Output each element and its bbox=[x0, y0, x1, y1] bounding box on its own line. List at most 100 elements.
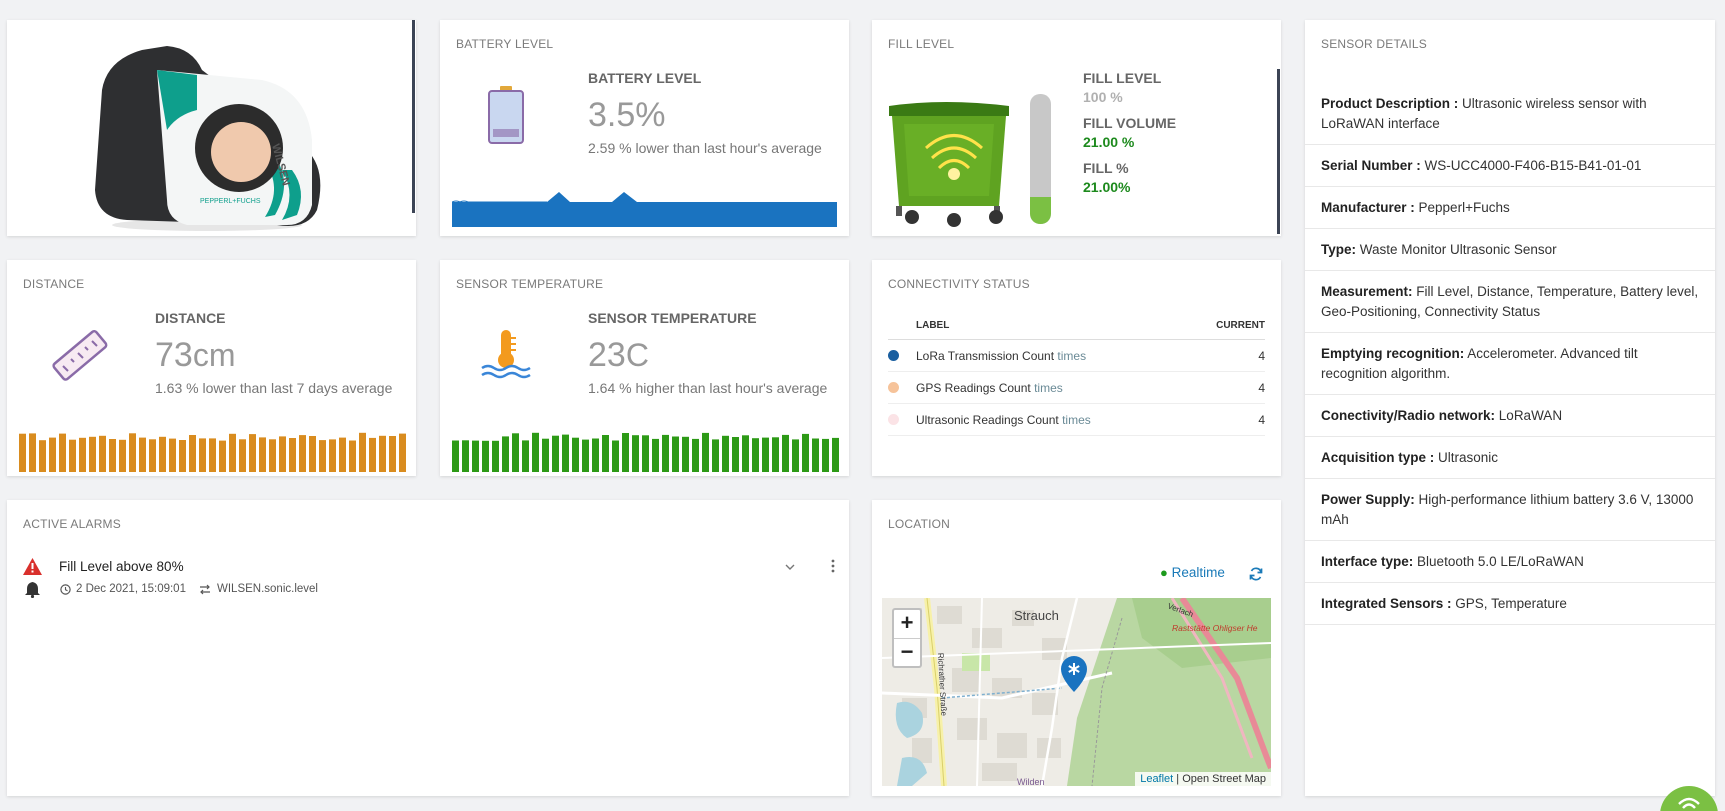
history-bar bbox=[662, 434, 669, 472]
alarm-time: 2 Dec 2021, 15:09:01 bbox=[76, 583, 186, 595]
table-row: Ultrasonic Readings Count times 4 bbox=[888, 404, 1265, 436]
history-bar bbox=[582, 439, 589, 472]
sensor-detail-row: Product Description : Ultrasonic wireles… bbox=[1305, 83, 1715, 145]
legend-dot bbox=[888, 382, 899, 393]
history-bar bbox=[109, 439, 116, 472]
more-options-icon[interactable] bbox=[831, 559, 835, 573]
row-label: LoRa Transmission Count times bbox=[916, 349, 1205, 363]
history-bar bbox=[642, 435, 649, 472]
temperature-trend-text: 1.64 % higher than last hour's average bbox=[588, 380, 828, 396]
history-bar bbox=[592, 438, 599, 472]
row-label: Ultrasonic Readings Count times bbox=[916, 413, 1205, 427]
history-bar bbox=[672, 436, 679, 472]
history-bar bbox=[682, 436, 689, 472]
battery-trend-text: 2.59 % lower than last hour's average bbox=[588, 140, 822, 156]
history-bar bbox=[239, 439, 246, 472]
history-bar bbox=[472, 440, 479, 472]
sensor-detail-row: Conectivity/Radio network: LoRaWAN bbox=[1305, 395, 1715, 437]
history-bar bbox=[199, 438, 206, 472]
card-title: SENSOR DETAILS bbox=[1321, 37, 1427, 51]
detail-label: Integrated Sensors : bbox=[1321, 596, 1452, 611]
exchange-icon bbox=[200, 584, 210, 595]
history-bar bbox=[229, 433, 236, 472]
temperature-label: SENSOR TEMPERATURE bbox=[588, 310, 757, 326]
history-bar bbox=[632, 435, 639, 472]
distance-bar-chart bbox=[19, 432, 406, 472]
fill-volume-label: FILL VOLUME bbox=[1083, 115, 1177, 131]
sensor-detail-row: Type: Waste Monitor Ultrasonic Sensor bbox=[1305, 229, 1715, 271]
refresh-icon[interactable] bbox=[1249, 567, 1263, 581]
temperature-value-number: 23 bbox=[588, 336, 626, 374]
row-label-text: Ultrasonic Readings Count bbox=[916, 412, 1059, 427]
zoom-in-button[interactable]: + bbox=[894, 610, 920, 638]
history-bar bbox=[502, 436, 509, 472]
history-bar bbox=[39, 440, 46, 472]
fill-gauge-bar bbox=[1030, 196, 1051, 224]
battery-level-card: BATTERY LEVEL BATTERY LEVEL 3.5% 2.59 % … bbox=[440, 20, 849, 236]
sensor-details-card: SENSOR DETAILS Product Description : Ult… bbox=[1305, 20, 1715, 796]
history-bar bbox=[69, 439, 76, 472]
row-label-text: LoRa Transmission Count bbox=[916, 348, 1055, 363]
realtime-status-dot: ● bbox=[1160, 565, 1168, 580]
history-bar bbox=[159, 436, 166, 472]
history-bar bbox=[139, 437, 146, 472]
row-unit: times bbox=[1062, 412, 1091, 427]
distance-value-unit: cm bbox=[192, 337, 236, 373]
legend-dot bbox=[888, 414, 899, 425]
map-label-road: Raststätte Ohligser He bbox=[1172, 623, 1258, 633]
alarm-list-item[interactable]: Fill Level above 80% 2 Dec 2021, 15:09:0… bbox=[23, 558, 837, 606]
detail-label: Power Supply: bbox=[1321, 492, 1415, 507]
history-bar bbox=[652, 438, 659, 472]
sensor-temperature-card: SENSOR TEMPERATURE SENSOR TEMPERATURE 23… bbox=[440, 260, 849, 476]
row-unit: times bbox=[1034, 380, 1063, 395]
map-marker-icon[interactable] bbox=[1061, 656, 1087, 692]
history-bar bbox=[169, 438, 176, 472]
history-bar bbox=[572, 437, 579, 472]
history-bar bbox=[792, 439, 799, 472]
sensor-detail-row: Serial Number : WS-UCC4000-F406-B15-B41-… bbox=[1305, 145, 1715, 187]
sensor-detail-row: Acquisition type : Ultrasonic bbox=[1305, 437, 1715, 479]
row-label-text: GPS Readings Count bbox=[916, 380, 1031, 395]
detail-label: Measurement: bbox=[1321, 284, 1413, 299]
fill-level-label: FILL LEVEL bbox=[1083, 70, 1162, 86]
detail-label: Serial Number : bbox=[1321, 158, 1421, 173]
column-header-label: LABEL bbox=[916, 320, 950, 331]
battery-value: 3.5% bbox=[588, 96, 666, 134]
osm-attribution[interactable]: Open Street Map bbox=[1182, 773, 1266, 785]
map-label-district: Wilden bbox=[1017, 777, 1045, 786]
wifi-icon bbox=[1678, 797, 1700, 809]
card-title: FILL LEVEL bbox=[888, 37, 955, 51]
history-bar bbox=[482, 440, 489, 472]
detail-label: Emptying recognition: bbox=[1321, 346, 1465, 361]
history-bar bbox=[49, 437, 56, 472]
sensor-details-list: Product Description : Ultrasonic wireles… bbox=[1305, 83, 1715, 625]
detail-value: Ultrasonic bbox=[1438, 450, 1499, 465]
history-bar bbox=[399, 433, 406, 472]
sensor-device-image: WILSEN PEPPERL+FUCHS bbox=[95, 46, 321, 231]
row-value: 4 bbox=[1258, 348, 1265, 363]
sensor-detail-row: Power Supply: High-performance lithium b… bbox=[1305, 479, 1715, 541]
history-bar bbox=[562, 434, 569, 472]
battery-icon bbox=[488, 86, 524, 144]
location-map[interactable]: Strauch Richrather Straße Raststätte Ohl… bbox=[882, 598, 1271, 786]
leaflet-link[interactable]: Leaflet bbox=[1140, 773, 1173, 785]
history-bar bbox=[359, 432, 366, 472]
fill-pct-value: 21.00% bbox=[1083, 179, 1131, 195]
column-header-current: CURRENT bbox=[1216, 320, 1265, 331]
history-bar bbox=[89, 436, 96, 472]
history-bar bbox=[59, 433, 66, 472]
connectivity-rows: LoRa Transmission Count times 4 GPS Readin… bbox=[888, 340, 1265, 436]
realtime-toggle[interactable]: ● Realtime bbox=[1160, 565, 1225, 580]
history-bar bbox=[532, 432, 539, 472]
zoom-out-button[interactable]: − bbox=[894, 638, 920, 666]
history-bar bbox=[732, 437, 739, 472]
history-bar bbox=[29, 433, 36, 472]
realtime-label: Realtime bbox=[1171, 565, 1225, 580]
detail-value: Pepperl+Fuchs bbox=[1418, 200, 1510, 215]
chevron-down-icon[interactable] bbox=[785, 564, 795, 571]
location-card: LOCATION ● Realtime Strauch Richrather S… bbox=[872, 500, 1281, 796]
history-bar bbox=[612, 440, 619, 472]
sensor-detail-row: Measurement: Fill Level, Distance, Tempe… bbox=[1305, 271, 1715, 333]
clock-icon bbox=[60, 584, 71, 595]
history-bar bbox=[279, 436, 286, 472]
